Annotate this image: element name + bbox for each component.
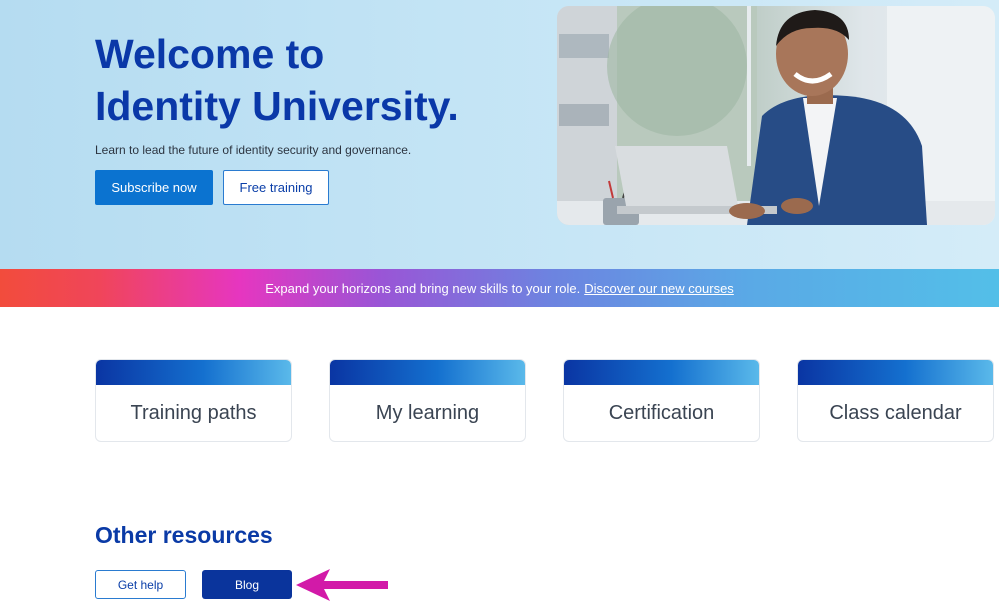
card-label: My learning xyxy=(375,401,480,424)
card-accent-bar xyxy=(96,360,291,385)
hero-section: Welcome to Identity University. Learn to… xyxy=(0,0,999,270)
my-learning-card[interactable]: My learning xyxy=(329,359,526,442)
card-accent-bar xyxy=(330,360,525,385)
free-training-button[interactable]: Free training xyxy=(223,170,329,205)
arrow-left-icon xyxy=(296,569,388,601)
blog-button[interactable]: Blog xyxy=(202,570,292,599)
discover-courses-link[interactable]: Discover our new courses xyxy=(584,281,734,296)
promo-banner: Expand your horizons and bring new skill… xyxy=(0,269,999,307)
card-label: Certification xyxy=(608,401,715,424)
subscribe-now-button[interactable]: Subscribe now xyxy=(95,170,213,205)
get-help-button[interactable]: Get help xyxy=(95,570,186,599)
other-resources-title: Other resources xyxy=(95,522,273,548)
card-accent-bar xyxy=(798,360,993,385)
certification-card[interactable]: Certification xyxy=(563,359,760,442)
hero-title-line1: Welcome to xyxy=(95,31,325,77)
hero-photo xyxy=(557,6,995,225)
hero-photo-illustration xyxy=(557,6,995,225)
hero-subtitle: Learn to lead the future of identity sec… xyxy=(95,143,412,157)
card-label: Training paths xyxy=(130,401,257,424)
banner-text: Expand your horizons and bring new skill… xyxy=(265,280,581,296)
card-label: Class calendar xyxy=(829,401,962,424)
card-accent-bar xyxy=(564,360,759,385)
class-calendar-card[interactable]: Class calendar xyxy=(797,359,994,442)
training-paths-card[interactable]: Training paths xyxy=(95,359,292,442)
hero-title-line2: Identity University. xyxy=(95,83,459,129)
hero-title: Welcome to Identity University. xyxy=(95,28,555,132)
